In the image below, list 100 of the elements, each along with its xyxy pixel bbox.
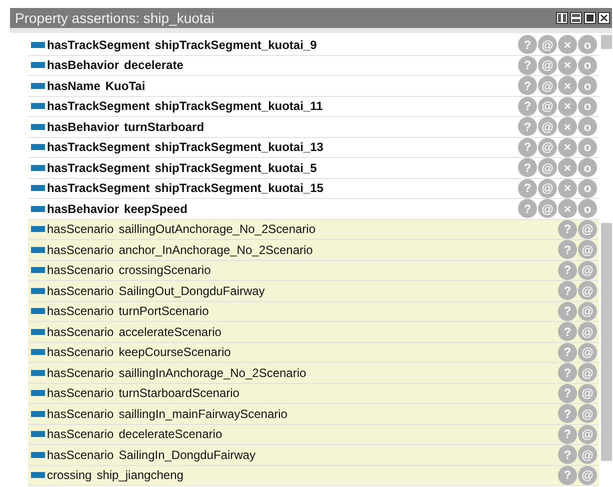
assertion-row[interactable]: hasScenario saillingOutAnchorage_No_2Scenario ? @ xyxy=(28,220,599,240)
help-button[interactable]: ? xyxy=(518,138,537,157)
annotate-button[interactable]: @ xyxy=(538,117,557,136)
edit-button[interactable]: o xyxy=(578,35,597,54)
help-button[interactable]: ? xyxy=(558,466,577,485)
annotate-button[interactable]: @ xyxy=(538,96,557,116)
annotate-button[interactable]: @ xyxy=(578,424,597,444)
edit-button[interactable]: o xyxy=(578,96,597,116)
help-button[interactable]: ? xyxy=(518,158,537,178)
property-name: hasScenario xyxy=(47,427,114,442)
help-button[interactable]: ? xyxy=(518,117,537,136)
edit-button[interactable]: o xyxy=(578,199,597,218)
assertion-row[interactable]: hasName KuoTai ? @ × o xyxy=(28,76,599,96)
annotate-button[interactable]: @ xyxy=(538,199,557,218)
annotate-button[interactable]: @ xyxy=(538,56,557,75)
edit-button[interactable]: o xyxy=(578,158,597,178)
assertion-row[interactable]: hasTrackSegment shipTrackSegment_kuotai_5 ? @ × o xyxy=(28,158,599,178)
assertion-row[interactable]: hasTrackSegment shipTrackSegment_kuotai_13 ? @ × o xyxy=(28,138,599,158)
delete-button[interactable]: × xyxy=(558,138,577,157)
annotate-button[interactable]: @ xyxy=(578,445,597,464)
help-button[interactable]: ? xyxy=(518,178,537,198)
delete-button[interactable]: × xyxy=(558,117,577,136)
help-button[interactable]: ? xyxy=(558,302,577,321)
help-button[interactable]: ? xyxy=(558,240,577,260)
help-button[interactable]: ? xyxy=(558,424,577,444)
help-button[interactable]: ? xyxy=(558,404,577,424)
annotate-button[interactable]: @ xyxy=(538,138,557,157)
help-button[interactable]: ? xyxy=(518,76,537,96)
assertion-row[interactable]: hasBehavior turnStarboard ? @ × o xyxy=(28,117,599,138)
edit-button[interactable]: o xyxy=(578,117,597,136)
assertion-row[interactable]: hasScenario saillingInAnchorage_No_2Scenario ? @ xyxy=(28,363,599,384)
assertion-row[interactable]: hasScenario SailingIn_DongduFairway ? @ xyxy=(28,445,599,466)
delete-button[interactable]: × xyxy=(558,96,577,116)
assertion-row[interactable]: hasTrackSegment shipTrackSegment_kuotai_15 ? @ × o xyxy=(28,178,599,199)
delete-button[interactable]: × xyxy=(558,158,577,178)
annotate-button[interactable]: @ xyxy=(578,342,597,362)
help-button[interactable]: ? xyxy=(558,322,577,342)
annotate-button[interactable]: @ xyxy=(578,466,597,485)
property-name: hasTrackSegment xyxy=(47,99,150,114)
edit-button[interactable]: o xyxy=(578,76,597,96)
maximize-icon[interactable] xyxy=(584,12,596,24)
help-button[interactable]: ? xyxy=(518,96,537,116)
help-button[interactable]: ? xyxy=(558,281,577,300)
help-button[interactable]: ? xyxy=(558,363,577,382)
assertion-row[interactable]: hasBehavior decelerate ? @ × o xyxy=(28,56,599,76)
help-button[interactable]: ? xyxy=(558,342,577,362)
delete-button[interactable]: × xyxy=(558,76,577,96)
property-icon xyxy=(31,452,45,458)
assertion-row[interactable]: hasTrackSegment shipTrackSegment_kuotai_11 ? @ × o xyxy=(28,96,599,117)
delete-button[interactable]: × xyxy=(558,178,577,198)
help-button[interactable]: ? xyxy=(518,35,537,54)
annotate-button[interactable]: @ xyxy=(578,260,597,280)
property-name: hasScenario xyxy=(47,345,114,360)
annotate-button[interactable]: @ xyxy=(578,281,597,300)
assertion-row[interactable]: hasScenario SailingOut_DongduFairway ? @ xyxy=(28,281,599,302)
split-columns-icon[interactable] xyxy=(556,12,568,24)
assertion-row[interactable]: hasScenario anchor_InAnchorage_No_2Scenario ? @ xyxy=(28,240,599,260)
property-value: shipTrackSegment_kuotai_15 xyxy=(154,181,324,196)
annotate-button[interactable]: @ xyxy=(578,240,597,260)
property-name: hasBehavior xyxy=(47,58,120,72)
help-button[interactable]: ? xyxy=(558,260,577,280)
property-name: hasScenario xyxy=(47,448,114,462)
property-value: shipTrackSegment_kuotai_13 xyxy=(154,140,324,154)
delete-button[interactable]: × xyxy=(558,199,577,218)
split-rows-icon[interactable] xyxy=(570,12,582,24)
annotate-button[interactable]: @ xyxy=(578,302,597,321)
annotate-button[interactable]: @ xyxy=(578,384,597,403)
close-icon[interactable] xyxy=(598,12,610,24)
assertion-row[interactable]: hasScenario turnPortScenario ? @ xyxy=(28,302,599,322)
assertion-row[interactable]: hasScenario turnStarboardScenario ? @ xyxy=(28,384,599,404)
assertion-row[interactable]: hasTrackSegment shipTrackSegment_kuotai_9 ? @ × o xyxy=(28,35,599,56)
assertion-row[interactable]: crossing ship_jiangcheng ? @ xyxy=(28,466,599,486)
assertion-row[interactable]: hasScenario saillingIn_mainFairwayScenario ? @ xyxy=(28,404,599,424)
annotate-button[interactable]: @ xyxy=(578,220,597,239)
help-button[interactable]: ? xyxy=(558,445,577,464)
assertion-row[interactable]: hasScenario crossingScenario ? @ xyxy=(28,260,599,281)
annotate-button[interactable]: @ xyxy=(538,178,557,198)
annotate-button[interactable]: @ xyxy=(538,35,557,54)
edit-button[interactable]: o xyxy=(578,56,597,75)
property-value: decelerate xyxy=(124,58,184,72)
help-button[interactable]: ? xyxy=(518,199,537,218)
assertion-row[interactable]: hasScenario decelerateScenario ? @ xyxy=(28,424,599,445)
property-icon xyxy=(31,472,45,478)
help-button[interactable]: ? xyxy=(558,384,577,403)
help-button[interactable]: ? xyxy=(518,56,537,75)
property-name: hasScenario xyxy=(47,284,114,298)
edit-button[interactable]: o xyxy=(578,178,597,198)
annotate-button[interactable]: @ xyxy=(578,404,597,424)
delete-button[interactable]: × xyxy=(558,56,577,75)
annotate-button[interactable]: @ xyxy=(578,363,597,382)
assertion-row[interactable]: hasScenario accelerateScenario ? @ xyxy=(28,322,599,342)
assertion-row[interactable]: hasScenario keepCourseScenario ? @ xyxy=(28,342,599,363)
edit-button[interactable]: o xyxy=(578,138,597,157)
property-value: KuoTai xyxy=(105,78,146,93)
annotate-button[interactable]: @ xyxy=(538,158,557,178)
annotate-button[interactable]: @ xyxy=(578,322,597,342)
annotate-button[interactable]: @ xyxy=(538,76,557,96)
assertion-row[interactable]: hasBehavior keepSpeed ? @ × o xyxy=(28,199,599,220)
delete-button[interactable]: × xyxy=(558,35,577,54)
help-button[interactable]: ? xyxy=(558,220,577,239)
